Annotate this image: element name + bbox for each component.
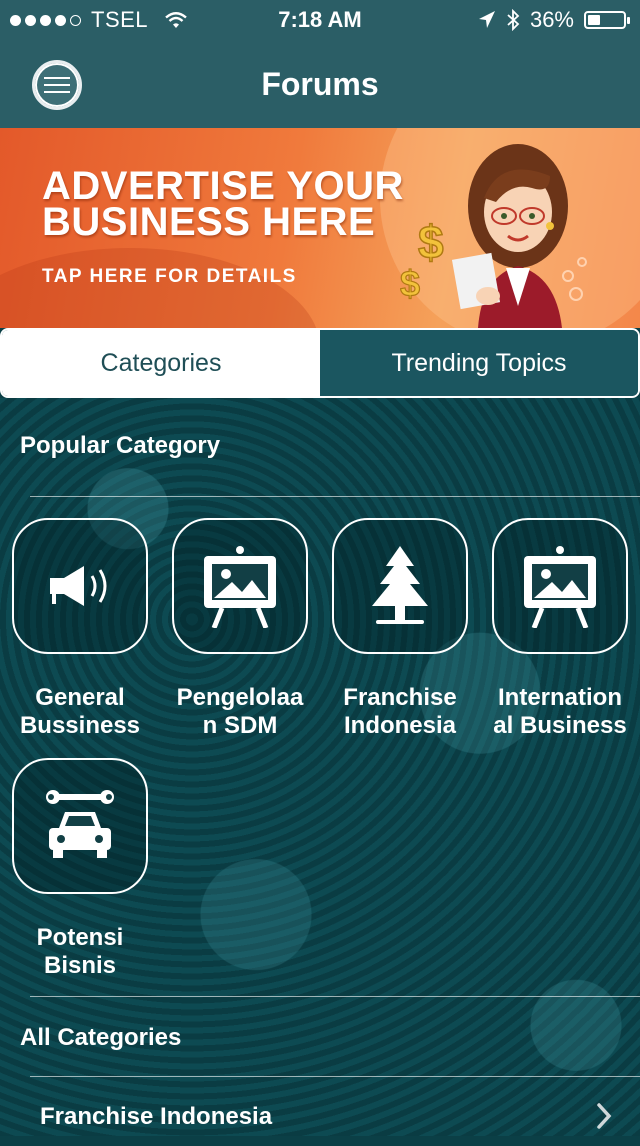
category-franchise-indonesia[interactable]: Franchise Indonesia (320, 518, 480, 740)
category-label: Potensi Bisnis (0, 924, 160, 980)
nav-bar: Forums (0, 40, 640, 128)
status-bar: TSEL 7:18 AM 36% (0, 0, 640, 40)
category-label: General Bussiness (0, 684, 160, 740)
svg-text:$: $ (418, 216, 444, 268)
all-categories-title: All Categories (20, 1024, 182, 1051)
category-potensi-bisnis[interactable]: Potensi Bisnis (0, 758, 160, 980)
divider (30, 1076, 640, 1077)
category-label-line1: Franchise (343, 684, 457, 711)
category-label-line1: Internation (498, 684, 622, 711)
category-label-line1: General (35, 684, 125, 711)
bluetooth-icon (507, 9, 520, 31)
tab-trending-topics[interactable]: Trending Topics (320, 330, 638, 396)
svg-text:$: $ (400, 263, 420, 304)
category-label: Internation al Business (480, 684, 640, 740)
list-item-franchise-indonesia[interactable]: Franchise Indonesia (40, 1088, 640, 1146)
category-label-line2: Bussiness (19, 712, 141, 739)
battery-icon (584, 11, 630, 29)
category-general-bussiness[interactable]: General Bussiness (0, 518, 160, 740)
banner-headline: ADVERTISE YOUR BUSINESS HERE (42, 164, 404, 244)
divider (30, 996, 640, 997)
status-right: 36% (478, 7, 630, 33)
category-label-line1: Pengelolaa (176, 684, 304, 711)
category-label-line1: Potensi (36, 924, 124, 951)
categories-content: Popular Category General Bussiness Penge… (0, 398, 640, 1136)
tab-categories[interactable]: Categories (2, 330, 320, 396)
banner-tap-text: TAP HERE FOR DETAILS (42, 266, 297, 287)
banner-headline-line2: BUSINESS HERE (42, 200, 376, 244)
category-label-line2: n SDM (202, 712, 278, 739)
divider (30, 496, 640, 497)
category-label: Pengelolaa n SDM (160, 684, 320, 740)
car-repair-icon (12, 758, 148, 894)
page-title: Forums (261, 66, 379, 102)
chevron-right-icon (597, 1103, 612, 1129)
businesswoman-illustration: $ $ (400, 144, 587, 328)
category-international-business[interactable]: Internation al Business (480, 518, 640, 740)
easel-picture-icon (172, 518, 308, 654)
forum-tabs: Categories Trending Topics (0, 328, 640, 398)
easel-picture-icon (492, 518, 628, 654)
battery-percent: 36% (529, 7, 574, 32)
list-item-label: Franchise Indonesia (40, 1103, 273, 1130)
popular-category-title: Popular Category (20, 432, 221, 459)
category-label-line2: al Business (493, 712, 627, 739)
category-label-line2: Indonesia (343, 712, 457, 739)
advertise-banner[interactable]: ADVERTISE YOUR BUSINESS HERE TAP HERE FO… (0, 128, 640, 328)
category-label: Franchise Indonesia (320, 684, 480, 740)
category-pengelolaan-sdm[interactable]: Pengelolaa n SDM (160, 518, 320, 740)
megaphone-icon (12, 518, 148, 654)
banner-headline-line1: ADVERTISE YOUR (42, 164, 404, 208)
pine-tree-icon (332, 518, 468, 654)
category-label-line2: Bisnis (43, 952, 117, 979)
location-arrow-icon (478, 11, 495, 28)
